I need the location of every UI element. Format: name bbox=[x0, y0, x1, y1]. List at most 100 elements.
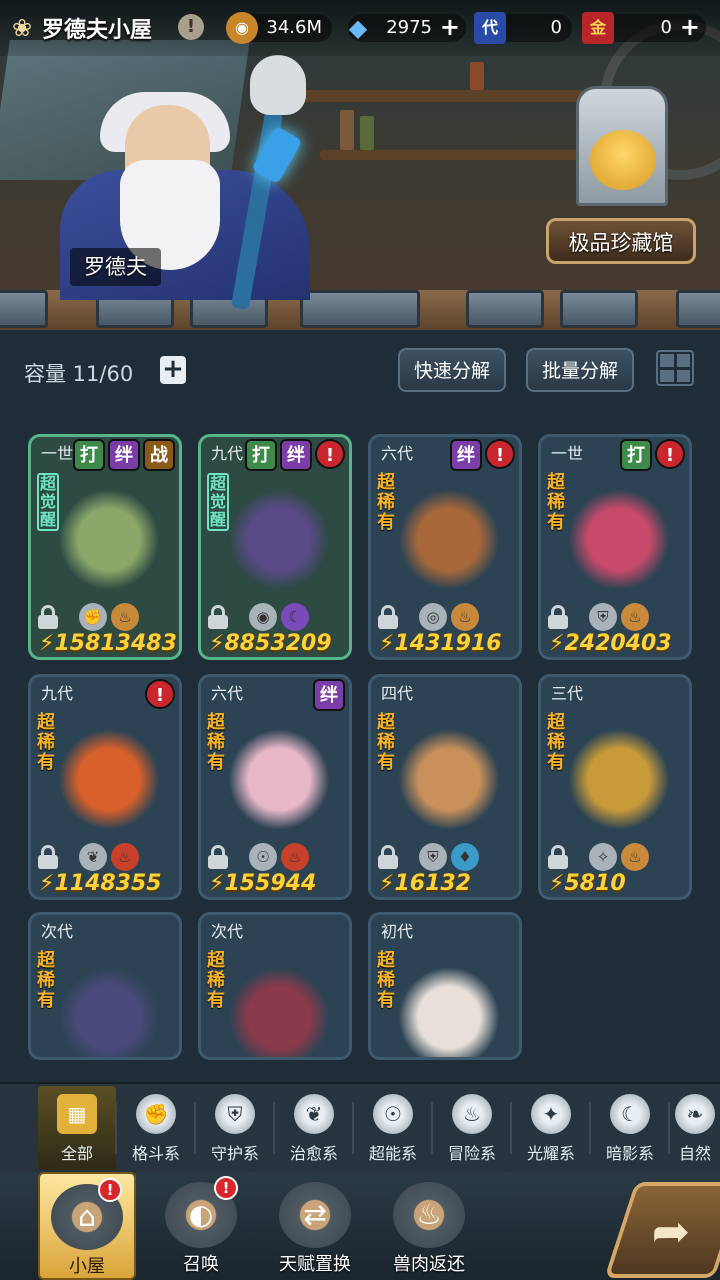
filter-tab[interactable]: ❦ 治愈系 bbox=[275, 1086, 353, 1170]
power-value: ⚡5810 bbox=[549, 871, 626, 896]
batch-decompose-button[interactable]: 批量分解 bbox=[526, 348, 635, 392]
npc-name[interactable]: 罗德夫 bbox=[70, 248, 161, 286]
power-value: ⚡1148355 bbox=[39, 871, 162, 896]
filter-tab[interactable]: ✊ 格斗系 bbox=[117, 1086, 195, 1170]
filter-tab[interactable]: ♨ 冒险系 bbox=[433, 1086, 511, 1170]
generation-label: 九代 bbox=[41, 684, 74, 703]
meat-icon: ♨ bbox=[451, 603, 479, 631]
star-icon: ✦ bbox=[531, 1094, 571, 1134]
filter-tab[interactable]: ☉ 超能系 bbox=[354, 1086, 432, 1170]
filter-label: 暗影系 bbox=[605, 1144, 654, 1163]
trait-tags: 打! bbox=[620, 439, 685, 471]
lock-icon[interactable] bbox=[37, 845, 59, 869]
pet-card[interactable]: 三代 超稀有 ✧ ♨ ⚡5810 bbox=[538, 674, 692, 900]
lock-icon[interactable] bbox=[377, 845, 399, 869]
lock-icon[interactable] bbox=[377, 605, 399, 629]
pet-portrait bbox=[55, 957, 163, 1057]
all-icon: ▦ bbox=[57, 1094, 97, 1134]
add-crystal-button[interactable]: + bbox=[440, 15, 460, 39]
power-value: ⚡155944 bbox=[209, 871, 317, 896]
nav-meat[interactable]: ♨ 兽肉返还 bbox=[380, 1172, 478, 1280]
generation-label: 初代 bbox=[381, 922, 414, 941]
lock-icon[interactable] bbox=[547, 605, 569, 629]
alien-icon: ☉ bbox=[373, 1094, 413, 1134]
generation-label: 六代 bbox=[211, 684, 244, 703]
trait-tag: 打 bbox=[245, 439, 277, 471]
alert-icon: ! bbox=[98, 1178, 122, 1202]
grid-view-toggle[interactable] bbox=[656, 350, 694, 386]
meat-icon: ♨ bbox=[111, 603, 139, 631]
wall-crenel bbox=[300, 290, 420, 328]
add-gold-ticket-button[interactable]: + bbox=[680, 15, 700, 39]
pet-card[interactable]: 次代 超稀有 bbox=[28, 912, 182, 1060]
swap-icon: ⇄ bbox=[279, 1182, 351, 1248]
golden-pet-statue[interactable] bbox=[590, 130, 656, 190]
expand-capacity-button[interactable]: + bbox=[160, 356, 186, 384]
filter-tab[interactable]: ✦ 光耀系 bbox=[512, 1086, 590, 1170]
quick-decompose-button[interactable]: 快速分解 bbox=[398, 348, 507, 392]
moon-icon: ☾ bbox=[610, 1094, 650, 1134]
ticket-value: 0 bbox=[550, 17, 562, 38]
meat-icon: ♨ bbox=[621, 843, 649, 871]
generation-label: 三代 bbox=[551, 684, 584, 703]
pet-card[interactable]: 一世 打! 超稀有 ⛨ ♨ ⚡2420403 bbox=[538, 434, 692, 660]
gold-ticket-value: 0 bbox=[660, 17, 672, 38]
meat-icon: ♨ bbox=[393, 1182, 465, 1248]
generation-label: 次代 bbox=[41, 922, 74, 941]
trait-tags: 绊! bbox=[450, 439, 515, 471]
moon-icon: ☾ bbox=[281, 603, 309, 631]
pet-card[interactable]: 九代! 超稀有 ❦ ♨ ⚡1148355 bbox=[28, 674, 182, 900]
lock-icon[interactable] bbox=[547, 845, 569, 869]
nature-icon: ❧ bbox=[675, 1094, 715, 1134]
filter-tab[interactable]: ⛨ 守护系 bbox=[196, 1086, 274, 1170]
coin-icon: ◉ bbox=[226, 12, 258, 44]
filter-tab[interactable]: ▦ 全部 bbox=[38, 1086, 116, 1170]
pet-card[interactable]: 六代 绊超稀有 ☉ ♨ ⚡155944 bbox=[198, 674, 352, 900]
book bbox=[470, 62, 484, 90]
pet-card[interactable]: 初代 超稀有 bbox=[368, 912, 522, 1060]
trait-tag: 绊 bbox=[313, 679, 345, 711]
nav-egg[interactable]: ◐ 召唤! bbox=[152, 1172, 250, 1280]
filter-bar: ▦ 全部 ✊ 格斗系 ⛨ 守护系 ❦ 治愈系 ☉ 超能系 ♨ 冒险系 ✦ 光耀系 ☾ 暗影系 ❧ 自然 bbox=[0, 1082, 720, 1172]
divider bbox=[510, 1102, 512, 1154]
lock-icon[interactable] bbox=[207, 845, 229, 869]
generation-label: 一世 bbox=[41, 444, 74, 463]
rarity-label: 超觉醒 bbox=[207, 473, 229, 531]
trait-tags: 打绊战 bbox=[73, 439, 175, 471]
lock-icon[interactable] bbox=[37, 605, 59, 629]
page-title: 罗德夫小屋 bbox=[42, 18, 153, 43]
pet-portrait bbox=[395, 719, 503, 829]
shield-icon: ⛨ bbox=[419, 843, 447, 871]
trait-tag: 战 bbox=[143, 439, 175, 471]
pet-card[interactable]: 一世打绊战超觉醒 ✊ ♨ ⚡15813483 bbox=[28, 434, 182, 660]
wall-crenel bbox=[676, 290, 720, 328]
nav-label: 小屋 bbox=[69, 1256, 105, 1277]
nav-house[interactable]: ⌂ 小屋! bbox=[38, 1172, 136, 1280]
pet-card[interactable]: 六代 绊! 超稀有 ◎ ♨ ⚡1431916 bbox=[368, 434, 522, 660]
nav-swap[interactable]: ⇄ 天赋置换 bbox=[266, 1172, 364, 1280]
pet-card[interactable]: 四代 超稀有 ⛨ ♦ ⚡16132 bbox=[368, 674, 522, 900]
filter-label: 超能系 bbox=[368, 1144, 417, 1163]
filter-tab[interactable]: ❧ 自然 bbox=[670, 1086, 720, 1170]
rarity-label: 超稀有 bbox=[547, 472, 565, 533]
crystal-value: 2975 bbox=[386, 17, 432, 38]
divider bbox=[352, 1102, 354, 1154]
filter-tab[interactable]: ☾ 暗影系 bbox=[591, 1086, 669, 1170]
wall-crenel bbox=[466, 290, 544, 328]
rarity-label: 超稀有 bbox=[547, 712, 565, 773]
alert-icon: ! bbox=[485, 439, 515, 469]
wall-crenel bbox=[560, 290, 638, 328]
generation-label: 次代 bbox=[211, 922, 244, 941]
gallery-button[interactable]: 极品珍藏馆 bbox=[546, 218, 696, 264]
fire-icon: ♨ bbox=[281, 843, 309, 871]
pet-card[interactable]: 九代打绊! 超觉醒 ◉ ☾ ⚡8853209 bbox=[198, 434, 352, 660]
pet-portrait bbox=[225, 719, 333, 829]
shield-icon: ⛨ bbox=[215, 1094, 255, 1134]
trait-tag: 打 bbox=[620, 439, 652, 471]
generation-label: 一世 bbox=[551, 444, 584, 463]
lock-icon[interactable] bbox=[207, 605, 229, 629]
pet-card[interactable]: 次代 超稀有 bbox=[198, 912, 352, 1060]
generation-label: 六代 bbox=[381, 444, 414, 463]
return-arrow-icon: ➦ bbox=[651, 1204, 691, 1258]
info-icon[interactable]: ! bbox=[178, 14, 204, 40]
